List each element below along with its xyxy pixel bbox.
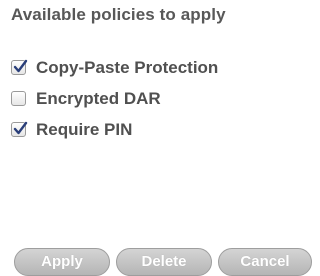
policy-label: Require PIN [36,119,133,139]
checkmark-icon [13,59,28,73]
checkbox-require-pin[interactable] [11,121,28,137]
checkmark-icon [13,121,28,135]
policy-item-require-pin[interactable]: Require PIN [11,114,218,145]
policy-item-encrypted-dar[interactable]: Encrypted DAR [11,83,218,114]
policy-panel: Available policies to apply Copy-Paste P… [0,0,312,276]
policy-label: Copy-Paste Protection [36,57,219,77]
button-bar: Apply Delete Cancel [14,248,312,276]
policy-item-copy-paste-protection[interactable]: Copy-Paste Protection [11,52,218,83]
policy-label: Encrypted DAR [36,88,161,108]
checkbox-copy-paste-protection[interactable] [11,59,28,75]
policy-list: Copy-Paste Protection Encrypted DAR Requ… [11,52,218,145]
panel-heading: Available policies to apply [11,5,226,24]
checkbox-encrypted-dar[interactable] [11,91,26,106]
